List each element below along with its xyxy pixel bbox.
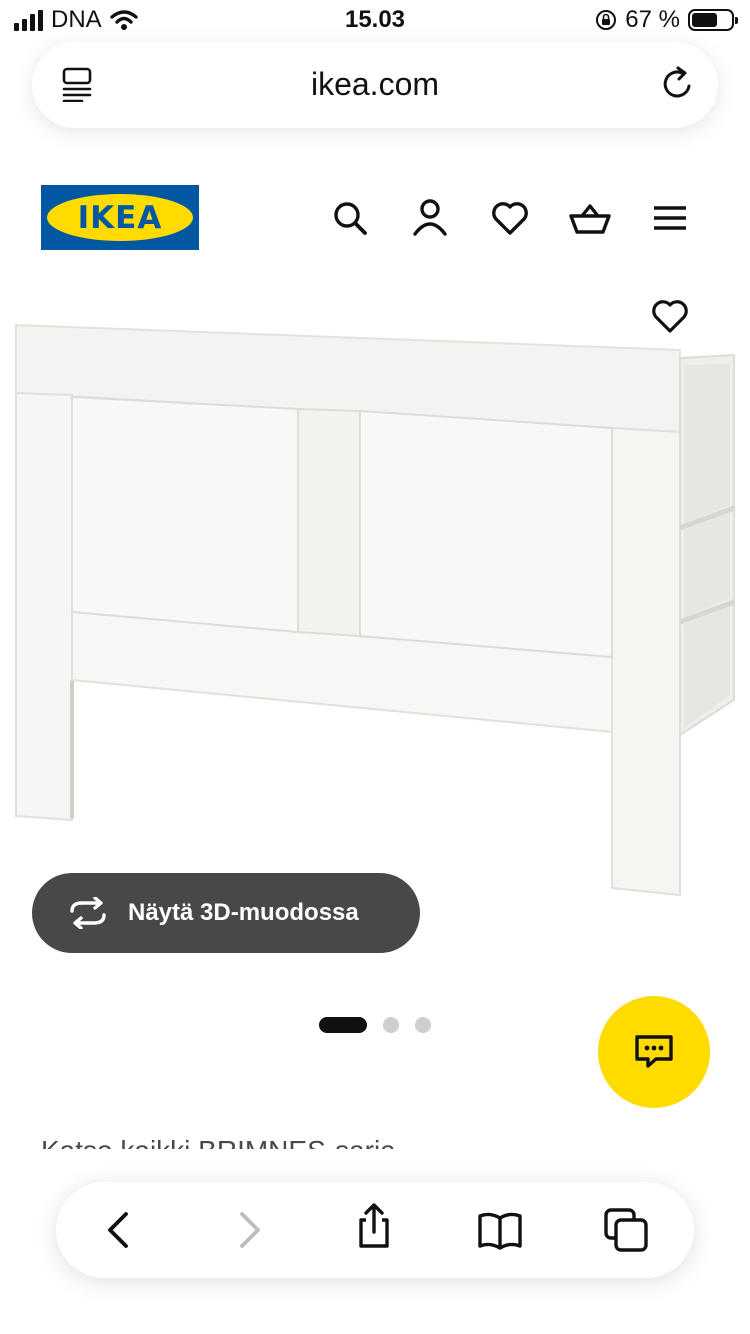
- account-icon[interactable]: [408, 196, 452, 240]
- rotate-3d-icon: [70, 897, 106, 929]
- tabs-icon[interactable]: [602, 1206, 650, 1254]
- logo-text: IKEA: [77, 199, 163, 236]
- orientation-lock-icon: [596, 10, 617, 30]
- status-bar: DNA 15.03 67 %: [0, 0, 750, 40]
- product-image[interactable]: [0, 290, 750, 940]
- browser-toolbar: [56, 1182, 694, 1278]
- status-right: 67 %: [595, 6, 738, 34]
- battery-icon: [688, 9, 738, 31]
- search-icon[interactable]: [328, 196, 372, 240]
- reload-icon[interactable]: [658, 64, 698, 104]
- shopping-basket-icon[interactable]: [568, 196, 612, 240]
- carousel-dot[interactable]: [415, 1017, 431, 1033]
- bookmarks-icon[interactable]: [476, 1206, 524, 1254]
- view-3d-label: Näytä 3D-muodossa: [128, 899, 359, 926]
- ikea-logo[interactable]: IKEA: [41, 185, 199, 250]
- share-icon[interactable]: [350, 1202, 398, 1250]
- carousel-dot-active[interactable]: [319, 1017, 367, 1033]
- carousel-dot[interactable]: [383, 1017, 399, 1033]
- product-favourite-icon[interactable]: [650, 296, 690, 336]
- battery-percent: 67 %: [625, 6, 680, 33]
- url-text[interactable]: ikea.com: [32, 66, 718, 103]
- logo-oval: IKEA: [47, 194, 193, 241]
- favourites-icon[interactable]: [488, 196, 532, 240]
- series-link-text[interactable]: Katso kaikki BRIMNES-sarja: [41, 1131, 396, 1149]
- address-bar[interactable]: ikea.com: [32, 42, 718, 128]
- menu-icon[interactable]: [648, 196, 692, 240]
- series-link[interactable]: Katso kaikki BRIMNES-sarja: [41, 1131, 396, 1149]
- forward-icon[interactable]: [224, 1206, 272, 1254]
- view-3d-button[interactable]: Näytä 3D-muodossa: [32, 873, 420, 953]
- back-icon[interactable]: [96, 1206, 144, 1254]
- chat-icon: [635, 1035, 673, 1068]
- chat-button[interactable]: [598, 996, 710, 1108]
